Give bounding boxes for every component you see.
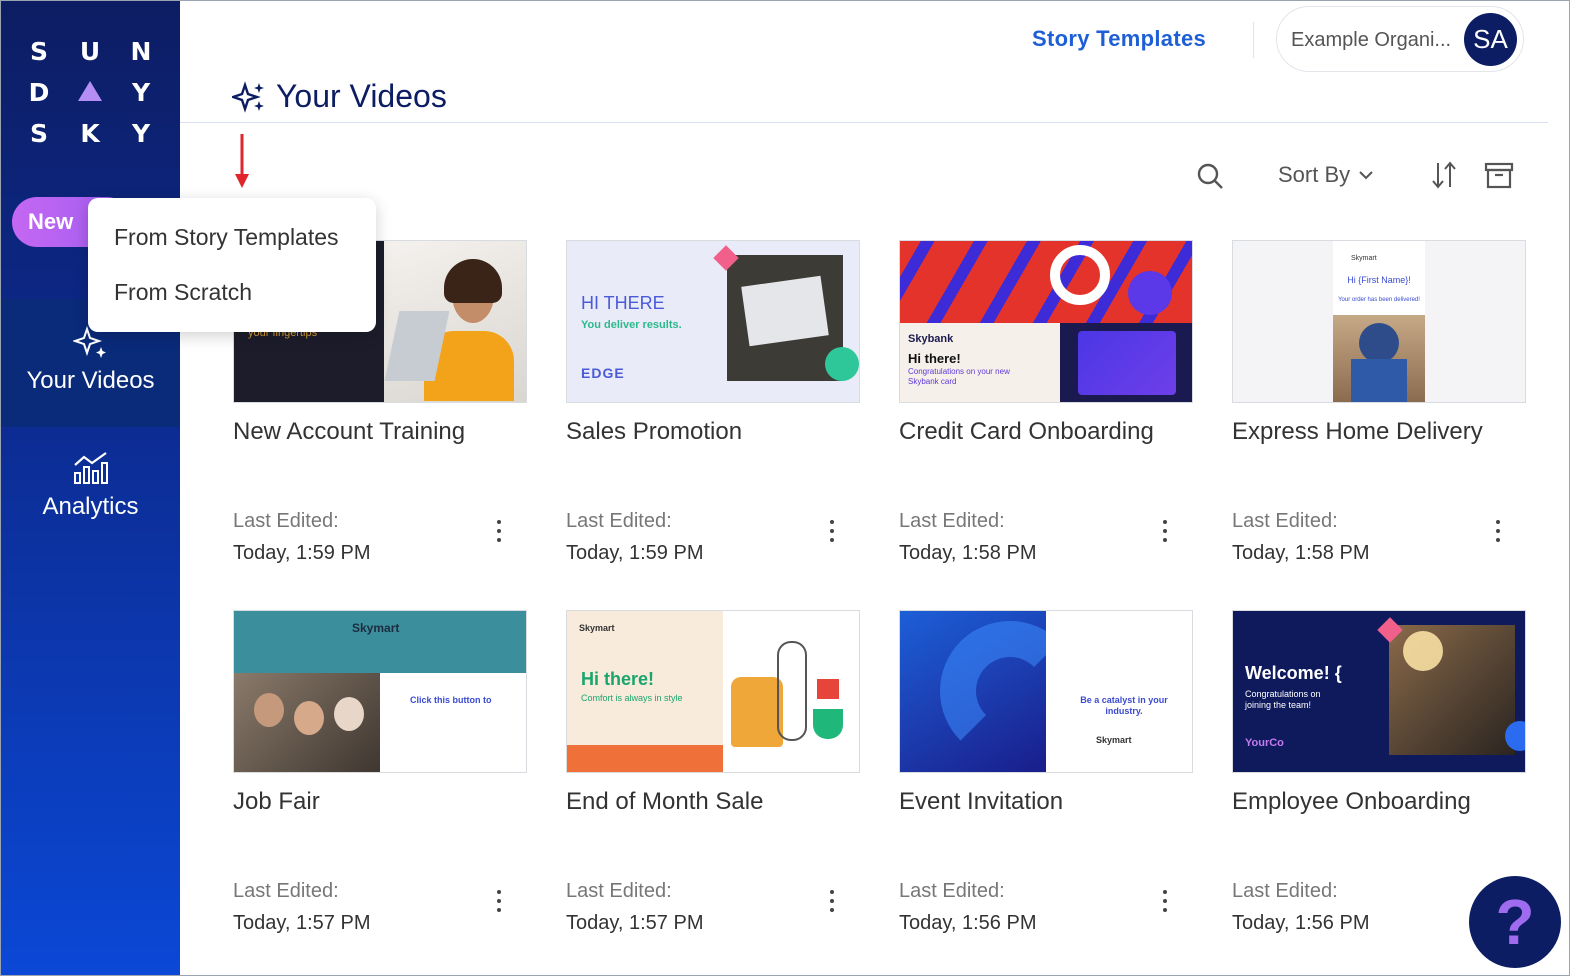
sort-direction-icon[interactable] [1430, 160, 1458, 190]
sort-by-label: Sort By [1278, 162, 1351, 187]
thumbnail-text: Congratulations on your new Skybank card [908, 367, 1010, 386]
video-card[interactable]: Skybank Hi there! Congratulations on you… [899, 240, 1193, 570]
video-thumbnail[interactable]: Skymart Hi {First Name}! Your order has … [1232, 240, 1526, 403]
last-edited-date: Today, 1:58 PM [899, 542, 1037, 564]
last-edited-date: Today, 1:57 PM [233, 912, 371, 934]
sidebar-item-label: Analytics [42, 493, 139, 520]
video-title: Employee Onboarding [1232, 788, 1471, 815]
last-edited-label: Last Edited: [899, 510, 1005, 532]
video-thumbnail[interactable]: Skymart Click this button to [233, 610, 527, 773]
sundaysky-logo[interactable]: SUN DY SKY [25, 31, 155, 154]
logo-triangle-icon [78, 81, 102, 101]
page-title: Your Videos [232, 78, 447, 115]
sidebar-item-label: Your Videos [26, 367, 155, 394]
video-card[interactable]: HI THERE You deliver results. EDGE Sales… [566, 240, 860, 570]
thumbnail-text: Skybank [908, 333, 954, 345]
more-options-icon[interactable] [828, 520, 836, 544]
last-edited-date: Today, 1:59 PM [566, 542, 704, 564]
more-options-icon[interactable] [828, 890, 836, 914]
sort-by-dropdown[interactable]: Sort By [1278, 162, 1374, 188]
last-edited-date: Today, 1:59 PM [233, 542, 371, 564]
video-card[interactable]: Skymart Hi there! Comfort is always in s… [566, 610, 860, 940]
thumbnail-text: Skymart [579, 623, 615, 633]
last-edited-label: Last Edited: [233, 880, 339, 902]
page-title-text: Your Videos [276, 78, 447, 114]
last-edited-label: Last Edited: [566, 880, 672, 902]
help-button[interactable]: ? [1469, 876, 1561, 968]
organization-name: Example Organi... [1291, 29, 1452, 51]
organization-switcher[interactable]: Example Organi... SA [1276, 6, 1524, 72]
chevron-down-icon [1359, 171, 1373, 180]
video-title: Job Fair [233, 788, 320, 815]
thumbnail-text: Be a catalyst in your industry. [1080, 695, 1168, 716]
video-card[interactable]: Be a catalyst in your industry. Skymart … [899, 610, 1193, 940]
menu-item-from-scratch[interactable]: From Scratch [114, 279, 252, 306]
red-arrow-annotation-icon [235, 134, 249, 188]
analytics-icon [73, 452, 108, 484]
video-thumbnail[interactable]: Skymart Hi there! Comfort is always in s… [566, 610, 860, 773]
archive-icon[interactable] [1484, 161, 1514, 189]
last-edited-date: Today, 1:56 PM [899, 912, 1037, 934]
thumbnail-text: Congratulations on joining the team! [1245, 689, 1321, 710]
last-edited-date: Today, 1:57 PM [566, 912, 704, 934]
story-templates-link[interactable]: Story Templates [1032, 26, 1206, 52]
sparkle-icon [232, 80, 264, 113]
video-card[interactable]: Skymart Click this button to Job Fair La… [233, 610, 527, 940]
new-video-menu: From Story Templates From Scratch [88, 198, 376, 332]
more-options-icon[interactable] [495, 890, 503, 914]
video-title: Sales Promotion [566, 418, 743, 445]
thumbnail-text: Skymart [1096, 735, 1132, 745]
question-mark-icon: ? [1495, 886, 1535, 958]
last-edited-label: Last Edited: [1232, 880, 1338, 902]
thumbnail-text: HI THERE [581, 293, 665, 313]
thumbnail-text: Hi there! [581, 669, 655, 689]
thumbnail-text: Skymart [352, 621, 400, 635]
more-options-icon[interactable] [1161, 890, 1169, 914]
last-edited-label: Last Edited: [1232, 510, 1338, 532]
video-title: Event Invitation [899, 788, 1064, 815]
sidebar: SUN DY SKY Your Videos Analytics [1, 1, 180, 975]
thumbnail-text: You deliver results. [581, 319, 682, 331]
thumbnail-text: Welcome! { [1245, 663, 1342, 683]
thumbnail-text: YourCo [1245, 737, 1284, 749]
more-options-icon[interactable] [1494, 520, 1502, 544]
last-edited-label: Last Edited: [899, 880, 1005, 902]
new-button-label: New [28, 209, 74, 234]
video-thumbnail[interactable]: Be a catalyst in your industry. Skymart [899, 610, 1193, 773]
avatar[interactable]: SA [1464, 13, 1517, 66]
more-options-icon[interactable] [495, 520, 503, 544]
thumbnail-text: EDGE [581, 365, 625, 381]
video-title: Express Home Delivery [1232, 418, 1483, 445]
thumbnail-text: Comfort is always in style [581, 693, 683, 703]
thumbnail-text: Hi {First Name}! [1347, 275, 1411, 285]
header-divider [1253, 22, 1254, 58]
thumbnail-text: Your order has been delivered! [1338, 297, 1420, 303]
video-thumbnail[interactable]: Skybank Hi there! Congratulations on you… [899, 240, 1193, 403]
last-edited-date: Today, 1:56 PM [1232, 912, 1370, 934]
video-title: End of Month Sale [566, 788, 764, 815]
search-icon[interactable] [1196, 162, 1224, 190]
thumbnail-text: Hi there! [908, 351, 961, 366]
video-title: New Account Training [233, 418, 466, 445]
menu-item-from-story-templates[interactable]: From Story Templates [114, 224, 339, 251]
video-title: Credit Card Onboarding [899, 418, 1154, 445]
header-divider-line [180, 122, 1548, 123]
more-options-icon[interactable] [1161, 520, 1169, 544]
video-thumbnail[interactable]: HI THERE You deliver results. EDGE [566, 240, 860, 403]
last-edited-label: Last Edited: [566, 510, 672, 532]
thumbnail-text: Skymart [1351, 255, 1377, 262]
last-edited-label: Last Edited: [233, 510, 339, 532]
last-edited-date: Today, 1:58 PM [1232, 542, 1370, 564]
thumbnail-text: Click this button to [410, 695, 492, 705]
sidebar-item-analytics[interactable]: Analytics [1, 451, 180, 551]
video-thumbnail[interactable]: Welcome! { Congratulations on joining th… [1232, 610, 1526, 773]
video-card[interactable]: Skymart Hi {First Name}! Your order has … [1232, 240, 1526, 570]
